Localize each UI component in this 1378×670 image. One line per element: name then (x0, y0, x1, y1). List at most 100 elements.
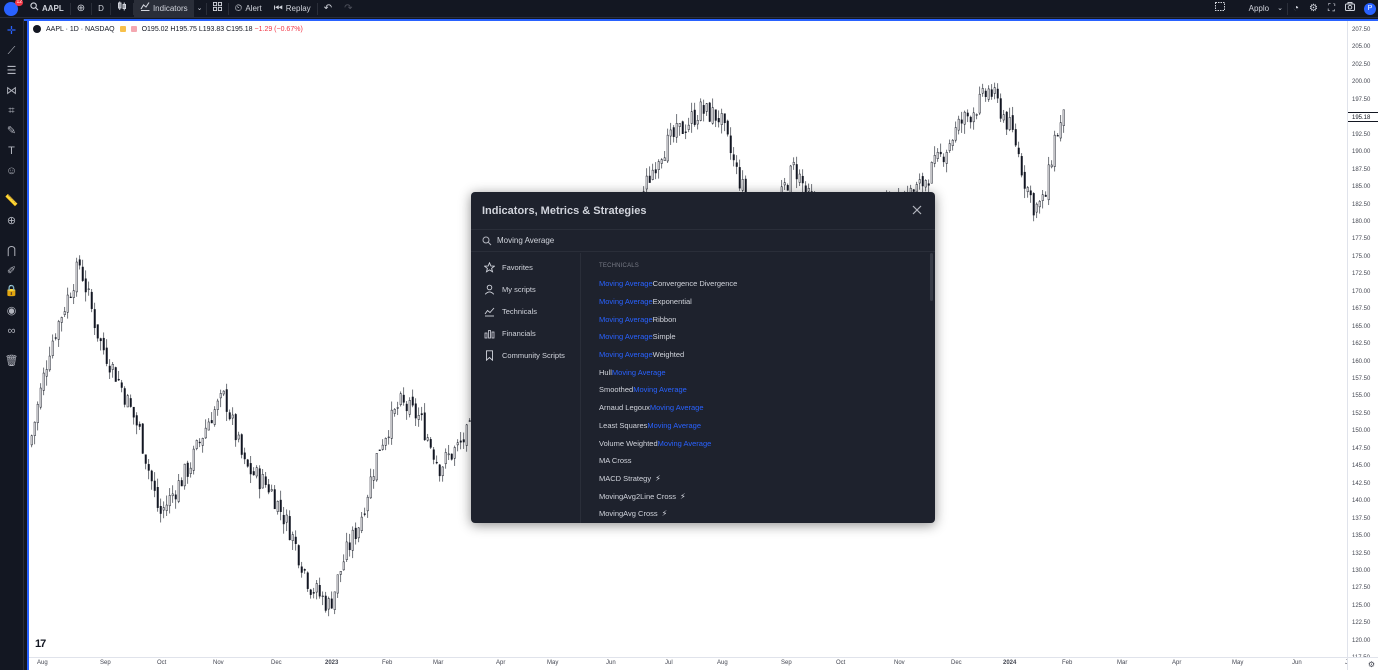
candle-body (33, 421, 36, 436)
layout-select-button[interactable] (1209, 0, 1231, 18)
chart-legend: AAPL · 1D · NASDAQ O195.02 H195.75 L193.… (33, 25, 303, 33)
scrollbar-thumb[interactable] (930, 253, 933, 301)
snapshot-button[interactable] (1340, 0, 1360, 18)
candle-body (414, 403, 417, 419)
account-menu-button[interactable]: 12 (4, 0, 23, 16)
trash-icon[interactable]: 🗑 (5, 355, 19, 368)
close-button[interactable] (910, 204, 924, 218)
indicators-dropdown[interactable]: ⌄ (194, 0, 206, 18)
fullscreen-button[interactable]: ⛶ (1323, 0, 1340, 18)
top-toolbar: 12 AAPL ⊕ D Indicators ⌄ ⏲ Alert ⏮ Repla… (0, 0, 1378, 18)
candle-body (258, 468, 261, 490)
time-tick: Aug (37, 660, 48, 666)
time-tick: Sep (100, 660, 111, 666)
result-item[interactable]: MA Cross (599, 452, 935, 470)
candle-body (36, 403, 39, 424)
layout-menu-dropdown[interactable]: ⌄ (1273, 0, 1287, 18)
trend-line-icon[interactable]: ⟋ (8, 45, 16, 58)
candle-body (84, 278, 87, 293)
magnet-icon[interactable]: ⋂ (7, 245, 16, 258)
patterns-icon[interactable]: ⌗ (8, 105, 14, 118)
emoji-icon[interactable]: ☺ (6, 165, 17, 178)
layout-name-button[interactable]: Applo (1231, 0, 1273, 18)
candle-body (954, 127, 957, 141)
settings-button[interactable]: ⚙ (1304, 0, 1323, 18)
candle-body (960, 119, 963, 124)
candle-body (189, 467, 192, 474)
result-item[interactable]: Volume Weighted Moving Average (599, 434, 935, 452)
indicators-button[interactable]: Indicators (133, 0, 194, 18)
result-text: MA Cross (599, 456, 632, 466)
eye-icon[interactable]: ◉ (7, 305, 17, 318)
pitchfork-icon[interactable]: ⋈ (6, 85, 17, 98)
result-highlight: Moving Average (647, 420, 702, 430)
result-item[interactable]: Moving Average Simple (599, 328, 935, 346)
candle-body (969, 116, 972, 123)
alert-button[interactable]: ⏲ Alert (229, 0, 268, 18)
result-item[interactable]: Least Squares Moving Average (599, 417, 935, 435)
redo-button[interactable]: ↷ (338, 0, 358, 18)
candle-body (1005, 111, 1008, 130)
quick-search-button[interactable]: ◔ (1288, 0, 1304, 18)
candle-body (789, 165, 792, 194)
candle-body (165, 504, 168, 511)
price-tick: 207.50 (1352, 27, 1371, 33)
ruler-icon[interactable]: 📏 (5, 195, 19, 208)
link-icon[interactable]: ∞ (8, 325, 16, 338)
chart-type-button[interactable] (111, 0, 133, 18)
candle-body (228, 412, 231, 420)
indicator-search-input[interactable] (497, 236, 897, 245)
lock-icon[interactable]: 🔒 (5, 285, 19, 298)
price-tick: 137.50 (1352, 515, 1371, 522)
time-scale[interactable]: Aug Sep Oct Nov Dec 2023 Feb Mar Apr May Jun Jul Aug… (29, 657, 1353, 670)
candle-body (162, 507, 165, 511)
result-item[interactable]: Smoothed Moving Average (599, 381, 935, 399)
result-item[interactable]: Moving Average Convergence Divergence (599, 275, 935, 293)
result-item[interactable]: Hull Moving Average (599, 363, 935, 381)
profile-avatar[interactable]: P (1364, 2, 1376, 15)
results-list: TECHNICALS Moving Average Convergence Di… (581, 253, 935, 523)
candle-body (705, 103, 708, 112)
layout-grid-button[interactable] (207, 0, 228, 18)
zoom-in-icon[interactable]: ⊕ (7, 215, 16, 228)
category-my-scripts[interactable]: My scripts (471, 278, 580, 300)
category-label: Favorites (502, 262, 533, 272)
fib-retracement-icon[interactable]: ☰ (7, 65, 17, 78)
redo-icon: ↷ (344, 2, 353, 14)
result-item[interactable]: Moving Average Exponential (599, 293, 935, 311)
candle-body (51, 340, 54, 356)
category-favorites[interactable]: Favorites (471, 256, 580, 278)
price-scale[interactable]: 207.50 205.00 202.50 200.00 197.50 195.18 192.… (1347, 21, 1378, 661)
category-financials[interactable]: Financials (471, 322, 580, 344)
symbol-search-button[interactable]: AAPL (24, 0, 70, 18)
brush-icon[interactable]: ✎ (7, 125, 16, 138)
candle-body (198, 441, 201, 444)
tradingview-logo[interactable]: 17 (35, 638, 46, 650)
candle-body (648, 175, 651, 183)
candle-body (144, 454, 147, 464)
crosshair-icon[interactable]: ✛ (7, 25, 16, 38)
candle-body (360, 516, 363, 531)
text-tool-icon[interactable]: T (8, 145, 15, 158)
stay-drawing-icon[interactable]: ✐ (7, 265, 16, 278)
scale-settings-button[interactable]: ⚙ (1347, 657, 1378, 670)
candles-icon (117, 0, 127, 18)
result-item[interactable]: Moving Average Ribbon (599, 310, 935, 328)
result-item[interactable]: Arnaud Legoux Moving Average (599, 399, 935, 417)
candle-body (786, 185, 789, 191)
compare-symbol-button[interactable]: ⊕ (71, 0, 91, 18)
price-tick: 140.00 (1352, 498, 1371, 505)
candle-body (42, 372, 45, 391)
result-item[interactable]: MovingAvg2Line Cross ⚡︎ (599, 487, 935, 505)
undo-button[interactable]: ↶ (318, 0, 338, 18)
category-technicals[interactable]: Technicals (471, 300, 580, 322)
result-item[interactable]: MACD Strategy ⚡︎ (599, 470, 935, 488)
interval-button[interactable]: D (92, 0, 110, 18)
result-item[interactable]: Moving Average Weighted (599, 346, 935, 364)
category-community-scripts[interactable]: Community Scripts (471, 344, 580, 366)
candle-body (96, 324, 99, 339)
candle-body (300, 566, 303, 573)
candle-body (933, 155, 936, 164)
replay-button[interactable]: ⏮ Replay (268, 0, 317, 18)
result-item[interactable]: MovingAvg Cross ⚡︎ (599, 505, 935, 523)
